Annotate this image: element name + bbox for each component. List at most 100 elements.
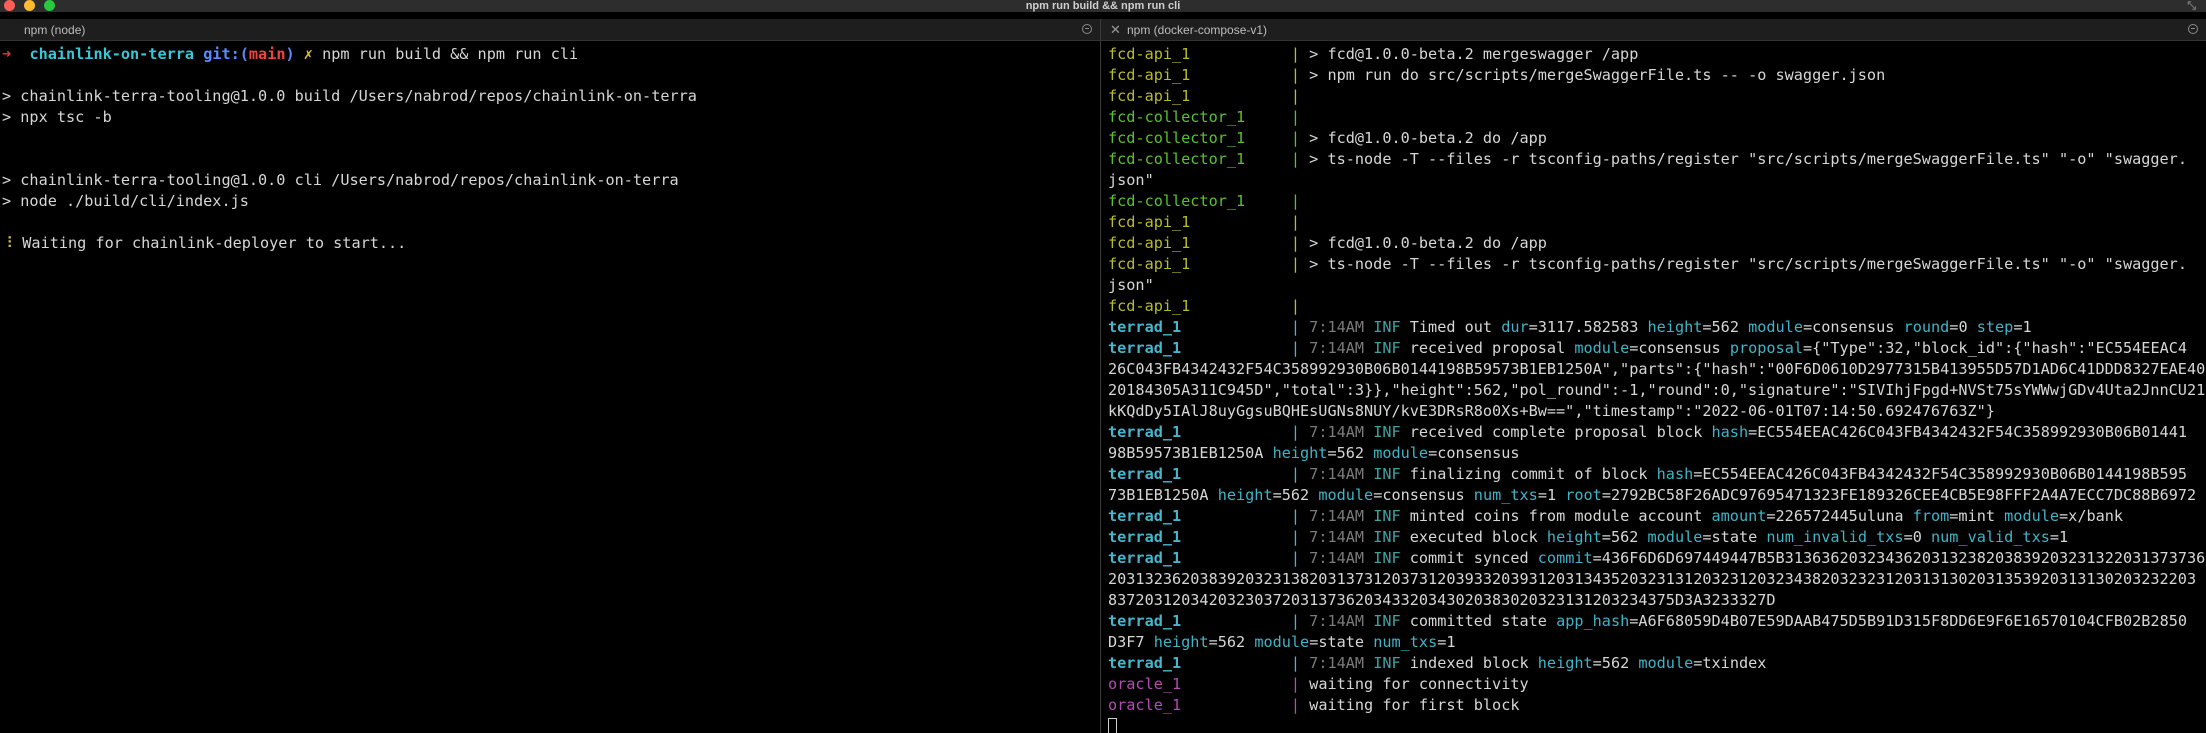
- close-pane-icon[interactable]: ✕: [1110, 19, 1121, 41]
- terminal-line: > chainlink-terra-tooling@1.0.0 build /U…: [2, 86, 697, 107]
- terminal-window: npm run build && npm run cli ⤡ npm (node…: [0, 0, 2206, 733]
- log-segment: module: [1638, 654, 1694, 672]
- log-source: terrad_1: [1108, 549, 1291, 567]
- terminal-pane-left[interactable]: ➜ chainlink-on-terra git:(main) ✗ npm ru…: [0, 41, 1100, 733]
- log-text: waiting for connectivity: [1309, 675, 1529, 693]
- fullscreen-icon[interactable]: ⤡: [2187, 0, 2196, 12]
- log-segment: =EC554EEAC426C043FB4342432F54C358992930B…: [1693, 465, 2187, 483]
- log-separator: |: [1290, 465, 1310, 483]
- terminal-line: terrad_1 | 7:14AM INF committed state ap…: [1108, 611, 2205, 632]
- terminal-line: > npx tsc -b: [2, 107, 697, 128]
- log-segment: Timed out: [1409, 318, 1502, 336]
- log-source: oracle_1: [1108, 675, 1291, 693]
- log-segment: =1: [1437, 633, 1456, 651]
- log-segment: INF: [1373, 507, 1410, 525]
- log-separator: |: [1290, 696, 1310, 714]
- log-separator: |: [1290, 654, 1310, 672]
- log-segment: height: [1647, 318, 1703, 336]
- terminal-line: fcd-api_1 | > fcd@1.0.0-beta.2 do /app: [1108, 233, 2205, 254]
- log-segment: 7:14AM: [1309, 654, 1374, 672]
- terminal-line: terrad_1 | 7:14AM INF received proposal …: [1108, 338, 2205, 359]
- log-source: fcd-collector_1: [1108, 129, 1291, 147]
- log-source: terrad_1: [1108, 612, 1291, 630]
- terminal-line: fcd-collector_1 | > ts-node -T --files -…: [1108, 149, 2205, 170]
- log-segment: 73B1EB1250A: [1108, 486, 1218, 504]
- terminal-cursor: [1108, 718, 1117, 733]
- log-segment: num_invalid_txs: [1766, 528, 1904, 546]
- log-separator: |: [1290, 234, 1310, 252]
- maximize-button[interactable]: [44, 0, 55, 11]
- log-separator: |: [1290, 213, 1310, 231]
- log-segment: =state: [1309, 633, 1374, 651]
- terminal-line: oracle_1 | waiting for connectivity: [1108, 674, 2205, 695]
- pane-header-right[interactable]: ✕ npm (docker-compose-v1): [1101, 19, 2206, 41]
- log-separator: |: [1290, 318, 1310, 336]
- log-separator: |: [1290, 339, 1310, 357]
- log-source: fcd-api_1: [1108, 255, 1291, 273]
- prompt-arrow: ➜: [2, 45, 30, 63]
- pane-minimize-icon[interactable]: [1082, 24, 1092, 34]
- log-segment: =0: [1949, 318, 1977, 336]
- log-segment: module: [1574, 339, 1630, 357]
- log-segment: =consensus: [1629, 339, 1730, 357]
- log-segment: INF: [1373, 528, 1410, 546]
- log-segment: ={"Type":32,"block_id":{"hash":"EC554EEA…: [1802, 339, 2188, 357]
- log-separator: |: [1290, 255, 1310, 273]
- log-segment: indexed block: [1409, 654, 1538, 672]
- log-source: terrad_1: [1108, 654, 1291, 672]
- log-segment: =562: [1208, 633, 1255, 651]
- log-segment: proposal: [1729, 339, 1803, 357]
- pane-minimize-icon[interactable]: [2188, 24, 2198, 34]
- terminal-line: terrad_1 | 7:14AM INF Timed out dur=3117…: [1108, 317, 2205, 338]
- log-segment: app_hash: [1556, 612, 1630, 630]
- log-segment: module: [1318, 486, 1374, 504]
- log-separator: |: [1290, 612, 1310, 630]
- output-text: > chainlink-terra-tooling@1.0.0 build /U…: [2, 87, 697, 105]
- close-button[interactable]: [4, 0, 15, 11]
- log-separator: |: [1290, 675, 1310, 693]
- pane-header-left[interactable]: npm (node): [0, 19, 1100, 41]
- terminal-line: terrad_1 | 7:14AM INF received complete …: [1108, 422, 2205, 443]
- terminal-line: 20184305A311C945D","total":3}},"height":…: [1108, 380, 2205, 401]
- log-segment: commit: [1537, 549, 1593, 567]
- log-segment: finalizing commit of block: [1409, 465, 1657, 483]
- log-segment: =consensus: [1428, 444, 1520, 462]
- minimize-button[interactable]: [24, 0, 35, 11]
- log-source: fcd-collector_1: [1108, 108, 1291, 126]
- log-text: 8372031203420323037203137362034332034302…: [1108, 591, 1776, 609]
- status-text: Waiting for chainlink-deployer to start.…: [22, 234, 407, 252]
- output-text: > chainlink-terra-tooling@1.0.0 cli /Use…: [2, 171, 679, 189]
- log-segment: =mint: [1949, 507, 2005, 525]
- terminal-output-right: fcd-api_1 | > fcd@1.0.0-beta.2 mergeswag…: [1108, 44, 2205, 733]
- log-text: > fcd@1.0.0-beta.2 do /app: [1309, 234, 1547, 252]
- log-source: fcd-api_1: [1108, 213, 1291, 231]
- log-segment: INF: [1373, 339, 1410, 357]
- terminal-line: 73B1EB1250A height=562 module=consensus …: [1108, 485, 2205, 506]
- terminal-line: 2031323620383920323138203137312037312039…: [1108, 569, 2205, 590]
- log-segment: D3F7: [1108, 633, 1154, 651]
- log-separator: |: [1290, 423, 1310, 441]
- terminal-pane-right[interactable]: fcd-api_1 | > fcd@1.0.0-beta.2 mergeswag…: [1101, 41, 2206, 733]
- log-segment: =3117.582583: [1528, 318, 1648, 336]
- terminal-line: terrad_1 | 7:14AM INF commit synced comm…: [1108, 548, 2205, 569]
- log-segment: 7:14AM: [1309, 339, 1374, 357]
- terminal-line: D3F7 height=562 module=state num_txs=1: [1108, 632, 2205, 653]
- log-segment: =2792BC58F26ADC97695471323FE189326CEE4CB…: [1601, 486, 2197, 504]
- terminal-line: terrad_1 | 7:14AM INF executed block hei…: [1108, 527, 2205, 548]
- terminal-line: kKQdDy5IAlJ8uyGgsuBQHEsUGNs8NUY/kvE3DRsR…: [1108, 401, 2205, 422]
- log-text: json": [1108, 171, 1154, 189]
- terminal-line: ➜ chainlink-on-terra git:(main) ✗ npm ru…: [2, 44, 697, 65]
- log-separator: |: [1290, 297, 1310, 315]
- log-segment: =562: [1702, 318, 1749, 336]
- log-segment: =consensus: [1802, 318, 1904, 336]
- log-segment: module: [1254, 633, 1310, 651]
- log-source: terrad_1: [1108, 423, 1291, 441]
- log-segment: =436F6D6D697449447B5B3136362032343620313…: [1592, 549, 2206, 567]
- log-segment: =1: [2049, 528, 2069, 546]
- log-segment: =1: [2013, 318, 2032, 336]
- log-separator: |: [1290, 507, 1310, 525]
- log-segment: 7:14AM: [1309, 423, 1374, 441]
- log-source: terrad_1: [1108, 465, 1291, 483]
